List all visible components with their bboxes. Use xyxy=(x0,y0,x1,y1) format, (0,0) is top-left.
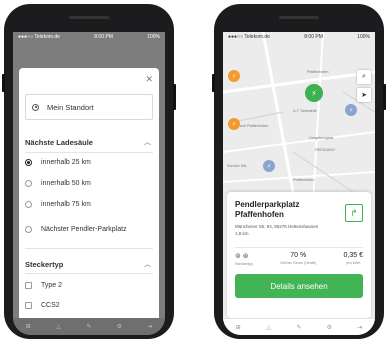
station-card: Pendlerparkplatz Pfaffenhofen Münchener … xyxy=(227,192,371,318)
radio-50km[interactable]: innerhalb 50 km xyxy=(25,180,91,187)
speaker xyxy=(279,16,319,19)
exit-tab-icon[interactable]: ⇥ xyxy=(348,324,372,331)
volume-button xyxy=(2,74,5,92)
divider xyxy=(25,152,153,153)
battery: 100% xyxy=(147,34,160,40)
plug-label: Steckertyp xyxy=(235,262,253,266)
map-tab-icon[interactable]: ⊞ xyxy=(16,323,40,330)
plug-icon: ⊚ ⊛ xyxy=(235,253,249,260)
chevron-up-icon[interactable]: ︿ xyxy=(144,137,151,147)
plug-stat: ⊚ ⊛ Steckertyp xyxy=(235,252,253,266)
map-label: REISGANG xyxy=(315,148,336,152)
warning-tab-icon[interactable]: △ xyxy=(47,323,71,330)
settings-tab-icon[interactable]: ⚙ xyxy=(317,324,341,331)
map-label: Umgebungsstr. xyxy=(309,136,335,140)
radio-selected-icon xyxy=(25,159,32,166)
station-title: Pendlerparkplatz Pfaffenhofen xyxy=(235,200,300,219)
screen-filter: ●●●○○ Telekom.de 8:00 PM 100% ✕ Mein Sta… xyxy=(13,32,165,335)
tab-bar: ⊞ △ ✎ ⚙ ⇥ xyxy=(223,318,375,335)
divider xyxy=(235,247,363,248)
tab-bar: ⊞ △ ✎ ⚙ ⇥ xyxy=(13,318,165,335)
green-power-label: Grüner Strom (heute) xyxy=(280,261,317,265)
radio-icon xyxy=(25,201,32,208)
map-label: Pfaffenhofen xyxy=(307,70,329,74)
warning-tab-icon[interactable]: △ xyxy=(257,324,281,331)
phone-left: ●●●○○ Telekom.de 8:00 PM 100% ✕ Mein Sta… xyxy=(2,4,176,339)
location-option[interactable]: Mein Standort xyxy=(25,94,153,120)
location-arrow-icon[interactable]: ➤ xyxy=(357,88,371,102)
phone-right: Pfaffenhofen A.T Tankstelle Dank Pfaffen… xyxy=(212,4,386,339)
edit-tab-icon[interactable]: ✎ xyxy=(287,324,311,331)
charging-pin-icon[interactable]: ⚡ xyxy=(263,160,275,172)
time: 8:00 PM xyxy=(304,34,323,40)
chevron-up-icon[interactable]: ︿ xyxy=(144,259,151,269)
option-label: innerhalb 75 km xyxy=(41,201,91,208)
green-power-stat: 70 % Grüner Strom (heute) xyxy=(280,252,316,266)
route-button[interactable]: ↱ xyxy=(345,204,363,222)
edit-tab-icon[interactable]: ✎ xyxy=(77,323,101,330)
radio-75km[interactable]: innerhalb 75 km xyxy=(25,201,91,208)
stage: ●●●○○ Telekom.de 8:00 PM 100% ✕ Mein Sta… xyxy=(0,0,389,342)
radio-25km[interactable]: innerhalb 25 km xyxy=(25,159,91,166)
screen-map: Pfaffenhofen A.T Tankstelle Dank Pfaffen… xyxy=(223,32,375,335)
route-icon: ↱ xyxy=(350,207,358,218)
station-distance: 1,8 km xyxy=(235,231,249,236)
status-bar: ●●●○○ Telekom.de 8:00 PM 100% xyxy=(13,32,165,42)
close-icon[interactable]: ✕ xyxy=(145,74,153,85)
option-label: Nächster Pendler-Parkplatz xyxy=(41,226,127,233)
map-label: Dank Pfaffenhofen xyxy=(237,124,269,128)
charging-pin-icon[interactable]: ⚡ xyxy=(228,70,240,82)
carrier: ●●●○○ Telekom.de xyxy=(18,34,60,40)
location-radio-icon xyxy=(32,103,39,111)
details-button[interactable]: Details ansehen xyxy=(235,274,363,298)
option-label: Type 2 xyxy=(41,282,63,289)
radio-commuter-parking[interactable]: Nächster Pendler-Parkplatz xyxy=(25,226,127,233)
speaker xyxy=(69,16,109,19)
map-label: A.T Tankstelle xyxy=(293,109,317,113)
status-bar: ●●●○○ Telekom.de 8:00 PM 100% xyxy=(223,32,375,42)
map-label: Pfaffenhofen xyxy=(293,178,315,182)
map-label: Schuler Mü.. xyxy=(227,164,249,168)
divider xyxy=(25,273,153,274)
radio-icon xyxy=(25,226,32,233)
exit-tab-icon[interactable]: ⇥ xyxy=(138,323,162,330)
price-stat: 0,35 € pro kWh xyxy=(344,252,363,266)
charging-pin-icon[interactable]: ⚡ xyxy=(228,118,240,130)
option-label: innerhalb 50 km xyxy=(41,180,91,187)
battery: 100% xyxy=(357,34,370,40)
station-address: Münchener Str. 84, 85276 Hettenshausen xyxy=(235,224,319,229)
filter-sheet: ✕ Mein Standort Nächste Ladesäule ︿ inne… xyxy=(19,68,159,318)
station-stats: ⊚ ⊛ Steckertyp 70 % Grüner Strom (heute)… xyxy=(235,252,363,266)
power-button xyxy=(383,84,386,110)
volume-button xyxy=(212,74,215,92)
carrier: ●●●○○ Telekom.de xyxy=(228,34,270,40)
divider xyxy=(25,248,153,249)
check-ccs2[interactable]: CCS2 xyxy=(25,302,60,309)
price-value: 0,35 € xyxy=(343,252,363,259)
checkbox-icon xyxy=(25,302,32,309)
checkbox-icon xyxy=(25,282,32,289)
nearest-station-title: Nächste Ladesäule xyxy=(25,138,93,147)
plug-type-title: Steckertyp xyxy=(25,260,64,269)
time: 8:00 PM xyxy=(94,34,113,40)
map-tab-icon[interactable]: ⊞ xyxy=(226,324,250,331)
green-power-value: 70 % xyxy=(290,252,307,259)
option-label: CCS2 xyxy=(41,302,60,309)
option-label: innerhalb 25 km xyxy=(41,159,91,166)
price-label: pro kWh xyxy=(346,261,361,265)
selected-charging-pin-icon[interactable]: ⚡ xyxy=(305,84,323,102)
radio-icon xyxy=(25,180,32,187)
search-icon[interactable]: ⌕ xyxy=(357,70,371,84)
location-label: Mein Standort xyxy=(47,102,94,112)
check-type2[interactable]: Type 2 xyxy=(25,282,62,289)
settings-tab-icon[interactable]: ⚙ xyxy=(107,323,131,330)
power-button xyxy=(173,84,176,110)
charging-pin-icon[interactable]: ⚡ xyxy=(345,104,357,116)
